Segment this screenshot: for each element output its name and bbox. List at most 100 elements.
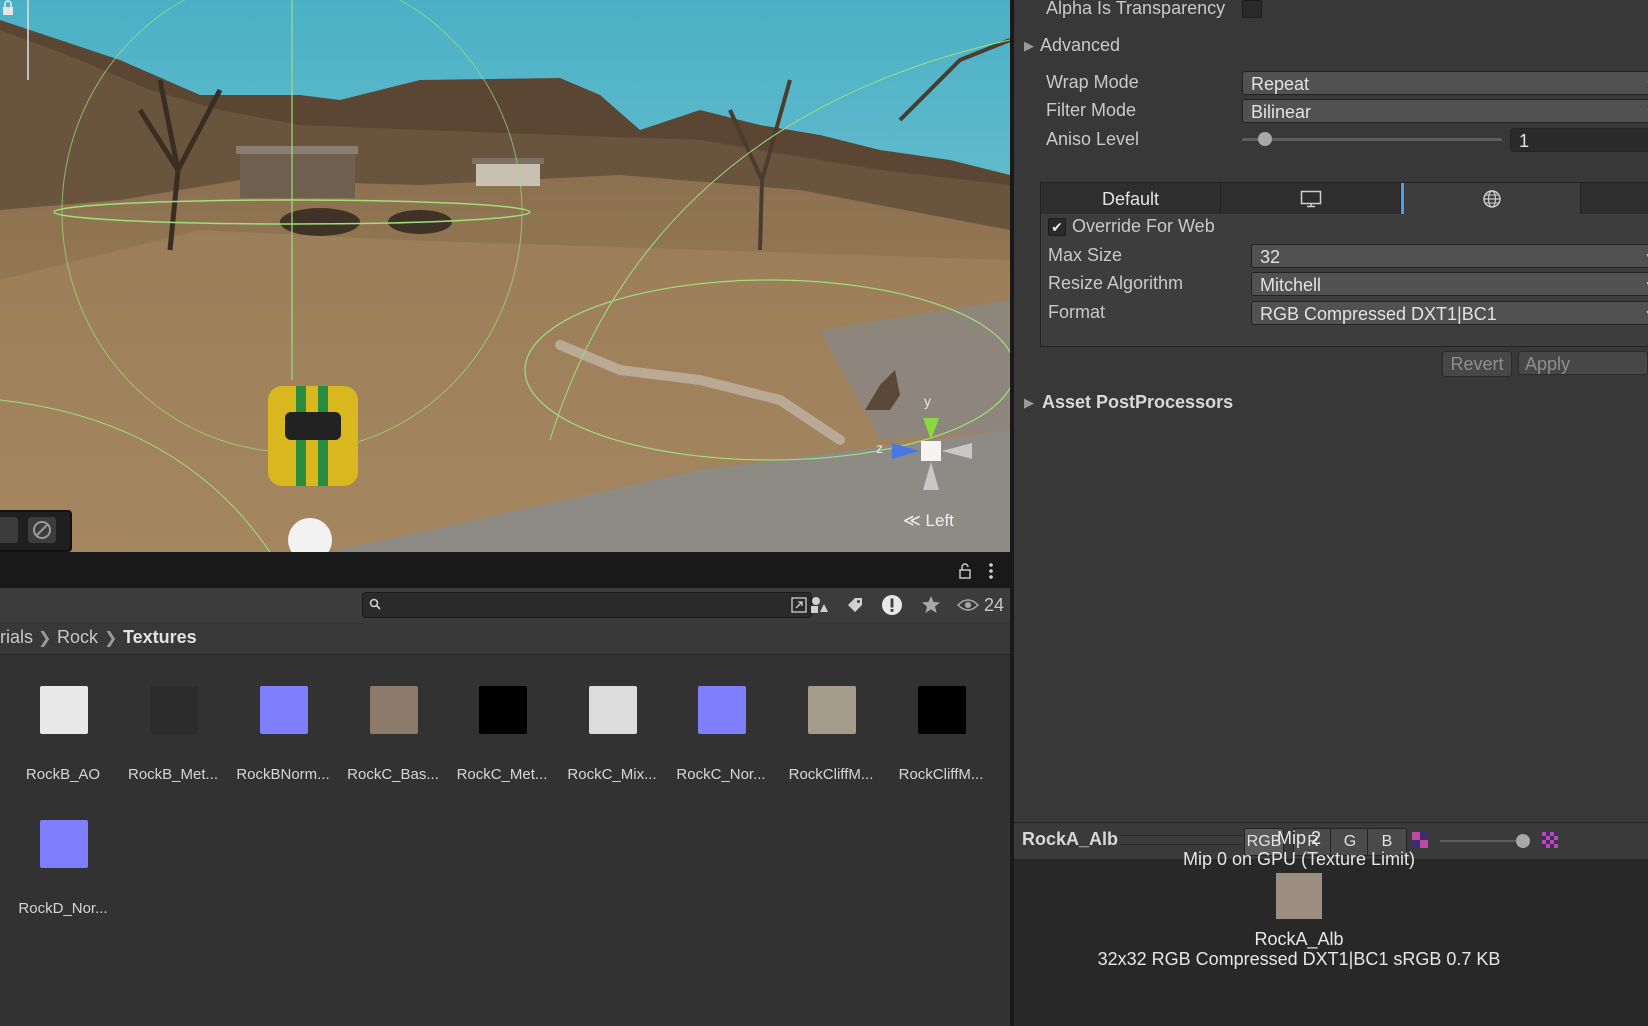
scene-view[interactable]: y z ≪ Left: [0, 0, 1010, 552]
asset-thumbnail: [918, 686, 966, 734]
aniso-level-value: 1: [1519, 131, 1530, 151]
breadcrumb-separator-icon: ❯: [38, 630, 52, 647]
gizmo-y-axis-label[interactable]: y: [924, 393, 931, 409]
max-size-value: 32: [1260, 247, 1281, 267]
asset-item[interactable]: RockCliffM...: [886, 686, 996, 806]
wrap-mode-label: Wrap Mode: [1046, 72, 1139, 92]
asset-thumbnail: [40, 820, 88, 868]
advanced-foldout-arrow-icon[interactable]: ▶: [1024, 38, 1034, 54]
tab-web[interactable]: [1401, 183, 1581, 215]
asset-thumbnail: [40, 686, 88, 734]
max-size-label: Max Size: [1048, 245, 1123, 265]
asset-thumbnail: [260, 686, 308, 734]
filter-by-log-type-icon[interactable]: [877, 592, 907, 618]
format-dropdown[interactable]: RGB Compressed DXT1|BC1 ▼: [1251, 301, 1648, 325]
asset-label: RockD_Nor...: [18, 900, 108, 917]
resize-algorithm-label: Resize Algorithm: [1048, 273, 1184, 293]
move-tool-icon[interactable]: [0, 517, 18, 543]
asset-thumbnail: [150, 686, 198, 734]
asset-thumbnail: [479, 686, 527, 734]
asset-label: RockC_Bas...: [347, 766, 439, 783]
preview-texture-info: 32x32 RGB Compressed DXT1|BC1 sRGB 0.7 K…: [1097, 949, 1501, 969]
favorites-star-icon[interactable]: [916, 592, 946, 618]
asset-thumbnail: [808, 686, 856, 734]
gizmo-z-axis-label[interactable]: z: [876, 440, 883, 456]
format-value: RGB Compressed DXT1|BC1: [1260, 304, 1497, 324]
advanced-foldout-label[interactable]: Advanced: [1040, 35, 1120, 56]
more-options-icon[interactable]: [984, 562, 998, 580]
scene-render: [0, 0, 1010, 552]
asset-item[interactable]: RockD_Nor...: [8, 820, 118, 940]
preview-mip-label: Mip 2: [1276, 828, 1321, 848]
filter-by-label-icon[interactable]: [840, 592, 870, 618]
asset-postprocessors-foldout-arrow-icon[interactable]: ▶: [1024, 395, 1034, 411]
asset-label: RockB_Met...: [127, 766, 219, 783]
aniso-level-field[interactable]: 1: [1510, 128, 1648, 152]
tab-default[interactable]: Default: [1041, 183, 1221, 215]
asset-item[interactable]: RockC_Nor...: [666, 686, 776, 806]
preview-texture-name: RockA_Alb: [1254, 929, 1344, 949]
aniso-level-slider-track[interactable]: [1242, 138, 1502, 141]
apply-button[interactable]: Apply: [1518, 351, 1648, 375]
preview-gpu-label: Mip 0 on GPU (Texture Limit): [1182, 849, 1416, 869]
alpha-is-transparency-label: Alpha Is Transparency: [1046, 0, 1226, 18]
lock-icon[interactable]: [0, 0, 16, 16]
lock-icon[interactable]: [957, 563, 973, 579]
project-toolbar: 24: [0, 588, 1010, 623]
asset-item[interactable]: RockCliffM...: [776, 686, 886, 806]
tab-standalone[interactable]: [1221, 183, 1401, 215]
platform-tabs: Default: [1040, 182, 1648, 216]
override-for-web-label: Override For Web: [1072, 216, 1215, 236]
asset-thumbnail: [589, 686, 637, 734]
wrap-mode-dropdown[interactable]: Repeat ▼: [1242, 71, 1648, 95]
hidden-packages-eye-icon[interactable]: [956, 592, 980, 618]
filter-by-type-icon[interactable]: [804, 592, 834, 618]
search-input[interactable]: [362, 592, 812, 618]
breadcrumb-item-rock[interactable]: Rock: [57, 627, 98, 648]
chevron-down-icon: ▼: [1644, 245, 1648, 269]
max-size-dropdown[interactable]: 32 ▼: [1251, 244, 1648, 268]
scene-overlay-toolbar: [0, 510, 72, 552]
asset-label: RockCliffM...: [788, 766, 874, 783]
revert-button[interactable]: Revert: [1442, 351, 1512, 377]
asset-item[interactable]: RockC_Mix...: [557, 686, 667, 806]
gizmo-view-text: Left: [925, 511, 954, 530]
override-for-web-checkbox[interactable]: ✔: [1048, 218, 1066, 236]
asset-label: RockCliffM...: [898, 766, 984, 783]
aniso-level-slider-handle[interactable]: [1258, 132, 1272, 146]
project-tab-bar: [0, 552, 1010, 588]
asset-label: RockC_Mix...: [567, 766, 657, 783]
breadcrumb-separator-icon: ❯: [104, 630, 118, 647]
filter-mode-dropdown[interactable]: Bilinear ▼: [1242, 99, 1648, 123]
asset-item[interactable]: RockB_AO: [8, 686, 118, 806]
hidden-packages-count[interactable]: 24: [984, 595, 1004, 616]
resize-algorithm-dropdown[interactable]: Mitchell ▼: [1251, 272, 1648, 296]
filter-mode-label: Filter Mode: [1046, 100, 1137, 120]
eraser-tool-icon[interactable]: [28, 517, 56, 543]
asset-postprocessors-foldout-label[interactable]: Asset PostProcessors: [1042, 392, 1233, 413]
globe-icon: [1483, 190, 1501, 208]
asset-label: RockB_AO: [25, 766, 101, 783]
platform-settings-panel: ✔ Override For Web Max Size 32 ▼ Resize …: [1040, 214, 1648, 347]
texture-preview-panel: RockA_Alb RGB R G B Mip 2 Mip 0 on GPU (…: [1014, 822, 1648, 1026]
filter-mode-value: Bilinear: [1251, 102, 1312, 122]
search-icon: [369, 598, 381, 610]
asset-item[interactable]: RockBNorm...: [228, 686, 338, 806]
breadcrumb-item-materials[interactable]: rials: [0, 627, 33, 648]
alpha-is-transparency-checkbox[interactable]: [1242, 0, 1262, 18]
breadcrumb: rials ❯ Rock ❯ Textures: [0, 622, 1010, 655]
wrap-mode-value: Repeat: [1251, 74, 1310, 94]
asset-item[interactable]: RockC_Met...: [447, 686, 557, 806]
monitor-icon: [1300, 190, 1321, 208]
asset-item[interactable]: RockC_Bas...: [338, 686, 448, 806]
format-label: Format: [1048, 302, 1106, 322]
asset-thumbnail: [370, 686, 418, 734]
project-window: 24 rials ❯ Rock ❯ Textures RockB_AO Rock…: [0, 552, 1010, 1026]
chevron-down-icon: ▼: [1644, 302, 1648, 326]
asset-label: RockBNorm...: [236, 766, 330, 783]
gizmo-view-label[interactable]: ≪ Left: [903, 511, 954, 531]
texture-preview-image: [1276, 873, 1322, 919]
asset-item[interactable]: RockB_Met...: [118, 686, 228, 806]
chevron-down-icon: ▼: [1644, 273, 1648, 297]
breadcrumb-item-textures[interactable]: Textures: [123, 627, 197, 648]
